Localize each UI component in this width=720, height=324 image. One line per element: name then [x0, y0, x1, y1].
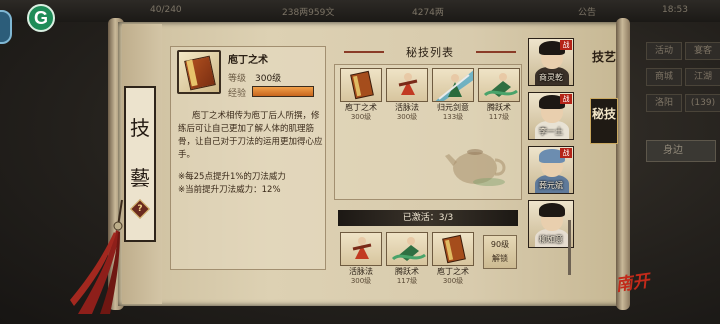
character-portrait-shang[interactable]: 战 商灵乾 [528, 38, 574, 86]
active-slot-level: 300级 [442, 277, 464, 285]
menu-jianghu[interactable]: 江湖 [685, 68, 720, 86]
active-slot-name: 腾跃术 [395, 267, 419, 276]
activated-header: 已激活：3/3 [338, 210, 518, 226]
menu-shop[interactable]: 商城 [646, 68, 682, 86]
exp-bar [252, 86, 314, 97]
active-slot-level: 117级 [396, 277, 418, 285]
skill-card-name: 活脉法 [395, 103, 419, 112]
skill-card-level: 133级 [442, 113, 464, 121]
martial-figure-icon [352, 237, 372, 259]
skill-card-guiyuan[interactable]: 归元剑意 133级 [432, 68, 474, 122]
martial-figure-icon [398, 73, 418, 95]
exp-label: 经验 [228, 89, 247, 99]
skill-card-level: 300级 [350, 113, 372, 121]
tab-skill-art[interactable]: 技艺 [590, 42, 618, 88]
gold-value: 4274两 [412, 8, 444, 18]
battle-badge: 战 [560, 94, 572, 104]
locked-slot[interactable]: 90级 解锁 [483, 235, 517, 269]
skill-card-tengyue[interactable]: 腾跃术 117级 [478, 68, 520, 122]
skill-name: 庖丁之术 [228, 55, 268, 66]
character-list-scrollbar[interactable] [568, 220, 571, 275]
tab-secret-skill[interactable]: 秘技 [590, 98, 618, 144]
side-toggle-handle[interactable] [0, 10, 12, 44]
skill-bonus-2: ※当前提升刀法威力：12% [178, 185, 281, 195]
menu-banquet[interactable]: 宴客 [685, 42, 720, 60]
skill-card-level: 300级 [396, 113, 418, 121]
skill-description: 庖丁之术相传为庖丁后人所撰，修练后可让自己更加了解人体的肌理筋骨，让自己对于刀法… [178, 111, 323, 160]
unlock-level: 90级 [490, 240, 510, 249]
menu-activity[interactable]: 活动 [646, 42, 682, 60]
skill-card-name: 腾跃术 [487, 103, 511, 112]
top-status-bar: 40/240 238两959文 4274两 公告 18:53 [0, 0, 720, 22]
book-icon [177, 50, 221, 94]
character-name: 葬元斌 [539, 181, 563, 190]
character-name: 商灵乾 [539, 73, 563, 82]
active-slot-tengyue[interactable]: 腾跃术 117级 [386, 232, 428, 286]
title-char-2: 藝 [130, 166, 150, 190]
tassel-ornament [70, 199, 123, 314]
stamina-value: 40/240 [150, 5, 182, 15]
book-icon [350, 70, 374, 100]
active-slot-name: 庖丁之术 [437, 267, 469, 276]
skill-card-huomai[interactable]: 活脉法 300级 [386, 68, 428, 122]
title-decoration-right [476, 51, 516, 53]
leap-figure-icon [483, 73, 518, 97]
active-slot-paoding[interactable]: 庖丁之术 300级 [432, 232, 474, 286]
skill-card-paoding[interactable]: 庖丁之术 300级 [340, 68, 382, 122]
skill-card-name: 庖丁之术 [345, 103, 377, 112]
title-decoration-left [344, 51, 384, 53]
skill-card-level: 117级 [488, 113, 510, 121]
scroll-roller-right [616, 18, 630, 310]
unlock-label: 解锁 [492, 254, 508, 263]
character-name: 柳如意 [539, 235, 563, 244]
g-logo-icon[interactable]: G [27, 4, 55, 32]
coins-value: 238两959文 [282, 8, 335, 18]
active-slot-name: 活脉法 [349, 267, 373, 276]
sword-figure-icon [435, 70, 473, 101]
level-label: 等级 [228, 74, 247, 84]
leap-figure-icon [391, 237, 426, 261]
menu-luoyang[interactable]: 洛阳 [646, 94, 682, 112]
skill-bonus-1: ※每25点提升1%的刀法威力 [178, 172, 286, 182]
exp-bar-fill [253, 87, 313, 96]
battle-badge: 战 [560, 148, 572, 158]
teapot-decoration-icon [445, 149, 506, 186]
level-value: 300级 [255, 74, 282, 84]
notice-button[interactable]: 公告 [578, 5, 596, 18]
character-name: 李一土 [539, 127, 563, 136]
character-portrait-li[interactable]: 战 李一土 [528, 92, 574, 140]
active-slot-level: 300级 [350, 277, 372, 285]
menu-count: (139) [685, 94, 720, 112]
active-slot-huomai[interactable]: 活脉法 300级 [340, 232, 382, 286]
seal-logo: 南开 [614, 271, 651, 296]
nearby-button[interactable]: 身边 [646, 140, 716, 162]
title-char-1: 技 [130, 116, 150, 140]
character-portrait-zang[interactable]: 战 葬元斌 [528, 146, 574, 194]
book-icon [442, 234, 466, 264]
skill-list-title: 秘技列表 [406, 46, 454, 59]
skill-card-name: 归元剑意 [437, 103, 469, 112]
battle-badge: 战 [560, 40, 572, 50]
clock: 18:53 [662, 5, 688, 15]
